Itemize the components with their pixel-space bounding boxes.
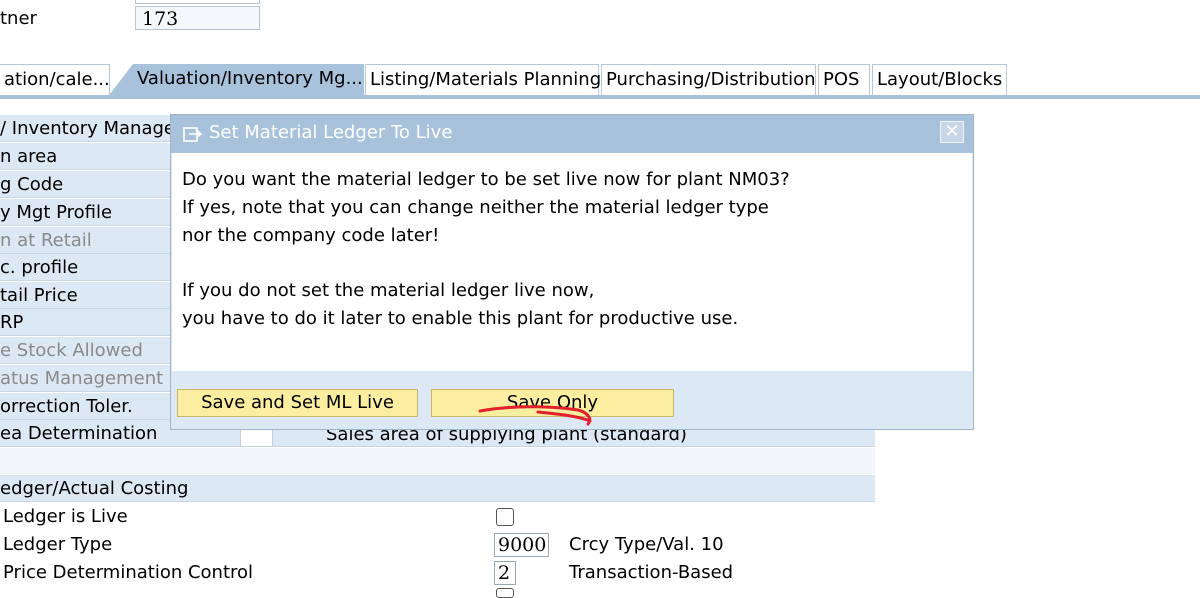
tab-listing-materials-planning[interactable]: Listing/Materials Planning (365, 64, 601, 95)
ledger-live-label: Ledger is Live (3, 506, 128, 527)
dialog-message-line: Do you want the material ledger to be se… (182, 169, 790, 190)
dialog-message-line: nor the company code later! (182, 225, 440, 246)
red-underline-annotation (478, 405, 592, 426)
price-determination-description: Transaction-Based (569, 562, 734, 583)
partner-label: tner (0, 8, 37, 29)
ledger-type-label: Ledger Type (3, 534, 113, 555)
row-label: atus Management (0, 368, 164, 389)
dialog-message-line: If you do not set the material ledger li… (182, 280, 595, 301)
dialog-body: Do you want the material ledger to be se… (172, 153, 972, 371)
section-material-ledger-header: edger/Actual Costing (0, 475, 875, 502)
tab-purchasing-distribution[interactable]: Purchasing/Distribution (601, 64, 816, 95)
price-determination-label: Price Determination Control (3, 562, 254, 583)
close-icon: ✕ (944, 121, 960, 142)
section-separator (0, 448, 875, 474)
ledger-live-checkbox[interactable] (496, 508, 514, 526)
partner-field[interactable]: 173 (135, 6, 260, 30)
row-label: ea Determination (0, 423, 158, 444)
row-label: RP (0, 312, 24, 333)
tab-valuation-inventory[interactable]: Valuation/Inventory Mg... (109, 64, 364, 95)
partner-field-above (135, 0, 260, 4)
dialog-window-icon (183, 127, 203, 142)
row-label: c. profile (0, 257, 79, 278)
section-inventory-title: / Inventory Manage (0, 118, 175, 139)
section-material-ledger-title: edger/Actual Costing (0, 478, 189, 499)
tab-underline (0, 95, 1200, 99)
row-label: n at Retail (0, 230, 92, 251)
row-label: orrection Toler. (0, 396, 133, 417)
tab-valuation-calendar[interactable]: ation/cale... (0, 64, 110, 95)
dialog-message-line: If yes, note that you can change neither… (182, 197, 769, 218)
dialog-title-bar[interactable]: Set Material Ledger To Live ✕ (171, 115, 973, 153)
dialog-close-button[interactable]: ✕ (940, 121, 964, 143)
tab-pos[interactable]: POS (818, 64, 870, 95)
row-label: y Mgt Profile (0, 202, 113, 223)
set-ml-live-dialog: Set Material Ledger To Live ✕ Do you wan… (170, 114, 974, 430)
ledger-type-field[interactable]: 9000 (494, 533, 549, 557)
row-label: tail Price (0, 285, 78, 306)
row-label: n area (0, 146, 58, 167)
next-row-checkbox[interactable] (496, 588, 514, 598)
row-label: e Stock Allowed (0, 340, 143, 361)
price-determination-field[interactable]: 2 (494, 561, 516, 585)
ledger-type-description: Crcy Type/Val. 10 (569, 534, 724, 555)
dialog-message-line: you have to do it later to enable this p… (182, 308, 739, 329)
tab-layout-blocks[interactable]: Layout/Blocks (872, 64, 1007, 95)
save-and-set-ml-live-button[interactable]: Save and Set ML Live (177, 389, 418, 417)
dialog-title: Set Material Ledger To Live (209, 122, 453, 143)
row-label: g Code (0, 174, 64, 195)
